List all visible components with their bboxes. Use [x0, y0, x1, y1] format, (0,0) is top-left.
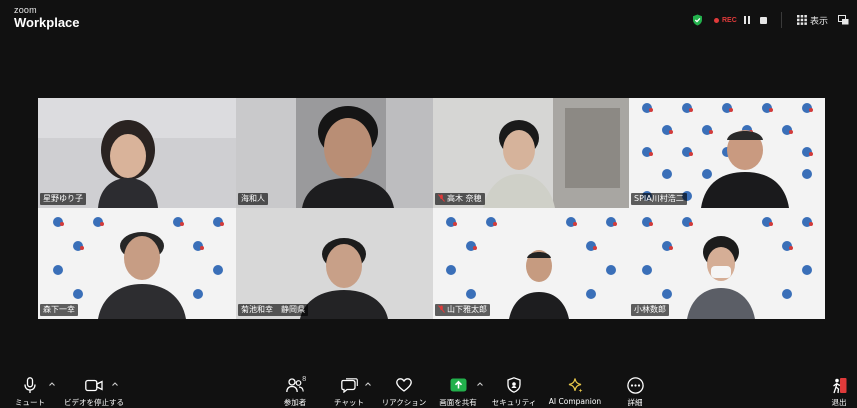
- video-tile[interactable]: 小林数郎: [629, 208, 825, 319]
- share-screen-label: 画面を共有: [439, 398, 477, 407]
- microphone-icon: [24, 375, 36, 395]
- mute-label: ミュート: [15, 398, 45, 407]
- participant-name-text: 高木 奈穂: [447, 194, 482, 203]
- muted-mic-icon: [438, 305, 445, 313]
- chat-icon: [340, 375, 358, 395]
- more-label: 詳細: [627, 398, 643, 407]
- stop-icon: [759, 16, 767, 24]
- zoom-logo: zoom Workplace: [14, 5, 80, 30]
- participant-name-text: 山下雅太郎: [447, 305, 487, 314]
- heart-icon: [396, 375, 412, 395]
- video-options-chevron-up-icon[interactable]: [111, 380, 119, 388]
- leave-door-icon: [831, 375, 848, 395]
- participant-video: [433, 208, 629, 319]
- participants-label: 参加者: [283, 398, 307, 407]
- video-gallery: 星野ゆり子 海和人 高木 奈穂 SPIA川村浩二 森下一幸 菊池和幸 静岡県 山…: [38, 98, 825, 319]
- popout-window-button[interactable]: [838, 13, 850, 27]
- meeting-toolbar: ミュート ビデオを停止する 参加者 8 チャット リアクション 画面を共有 セキ…: [0, 372, 857, 408]
- participant-name: SPIA川村浩二: [631, 193, 687, 205]
- reactions-button[interactable]: リアクション: [381, 375, 427, 408]
- participant-video: [433, 98, 629, 208]
- participant-name: 山下雅太郎: [435, 304, 490, 316]
- share-options-chevron-up-icon[interactable]: [476, 380, 484, 388]
- video-tile[interactable]: 高木 奈穂: [433, 98, 629, 208]
- recording-indicator[interactable]: REC: [714, 13, 737, 27]
- logo-brand: zoom: [14, 5, 37, 15]
- security-button[interactable]: セキュリティ: [491, 375, 537, 408]
- video-tile[interactable]: 海和人: [236, 98, 433, 208]
- participant-video: [236, 208, 433, 319]
- video-tile[interactable]: SPIA川村浩二: [629, 98, 825, 208]
- view-label: 表示: [810, 16, 829, 27]
- stop-video-label: ビデオを停止する: [64, 398, 124, 407]
- header-divider: [781, 12, 782, 28]
- participant-video: [38, 98, 236, 208]
- participant-name: 海和人: [238, 193, 268, 205]
- participant-name: 森下一幸: [40, 304, 78, 316]
- reactions-label: リアクション: [381, 398, 427, 407]
- participant-name: 星野ゆり子: [40, 193, 86, 205]
- recording-dot-icon: [714, 17, 719, 23]
- view-button[interactable]: 表示: [797, 13, 828, 27]
- participant-video: [629, 98, 825, 208]
- participant-video: [629, 208, 825, 319]
- ai-companion-button[interactable]: AI Companion: [544, 375, 606, 406]
- top-bar: zoom Workplace REC 表示: [0, 0, 857, 38]
- chat-options-chevron-up-icon[interactable]: [364, 380, 372, 388]
- more-dots-icon: [626, 375, 644, 395]
- mute-button[interactable]: ミュート: [14, 375, 46, 408]
- video-tile[interactable]: 菊池和幸 静岡県: [236, 208, 433, 319]
- security-shield-icon: [507, 375, 521, 395]
- audio-options-chevron-up-icon[interactable]: [48, 380, 56, 388]
- participant-video: [236, 98, 433, 208]
- participant-name: 高木 奈穂: [435, 193, 485, 205]
- share-screen-icon: [450, 375, 467, 395]
- participant-name: 菊池和幸 静岡県: [238, 304, 308, 316]
- grid-view-icon: [797, 15, 807, 25]
- video-camera-icon: [85, 375, 103, 395]
- more-button[interactable]: 詳細: [620, 375, 650, 408]
- chat-label: チャット: [334, 398, 364, 407]
- ai-companion-label: AI Companion: [548, 397, 602, 406]
- popout-icon: [838, 15, 849, 25]
- stop-recording-button[interactable]: [757, 13, 769, 27]
- encryption-shield-icon[interactable]: [692, 13, 704, 27]
- pause-icon: [744, 16, 746, 24]
- chat-button[interactable]: チャット: [334, 375, 364, 408]
- muted-mic-icon: [438, 194, 445, 202]
- pause-recording-button[interactable]: [741, 13, 753, 27]
- leave-button[interactable]: 退出: [824, 375, 854, 408]
- logo-product: Workplace: [14, 15, 80, 30]
- video-tile[interactable]: 星野ゆり子: [38, 98, 236, 208]
- video-tile-active-speaker[interactable]: 森下一幸: [38, 208, 236, 319]
- security-label: セキュリティ: [491, 398, 537, 407]
- leave-label: 退出: [831, 398, 847, 407]
- participants-count: 8: [302, 375, 307, 383]
- sparkle-icon: [567, 375, 584, 395]
- participant-video: [38, 208, 236, 319]
- recording-label: REC: [722, 16, 737, 24]
- participant-name: 小林数郎: [631, 304, 669, 316]
- video-tile[interactable]: 山下雅太郎: [433, 208, 629, 319]
- share-screen-button[interactable]: 画面を共有: [438, 375, 478, 408]
